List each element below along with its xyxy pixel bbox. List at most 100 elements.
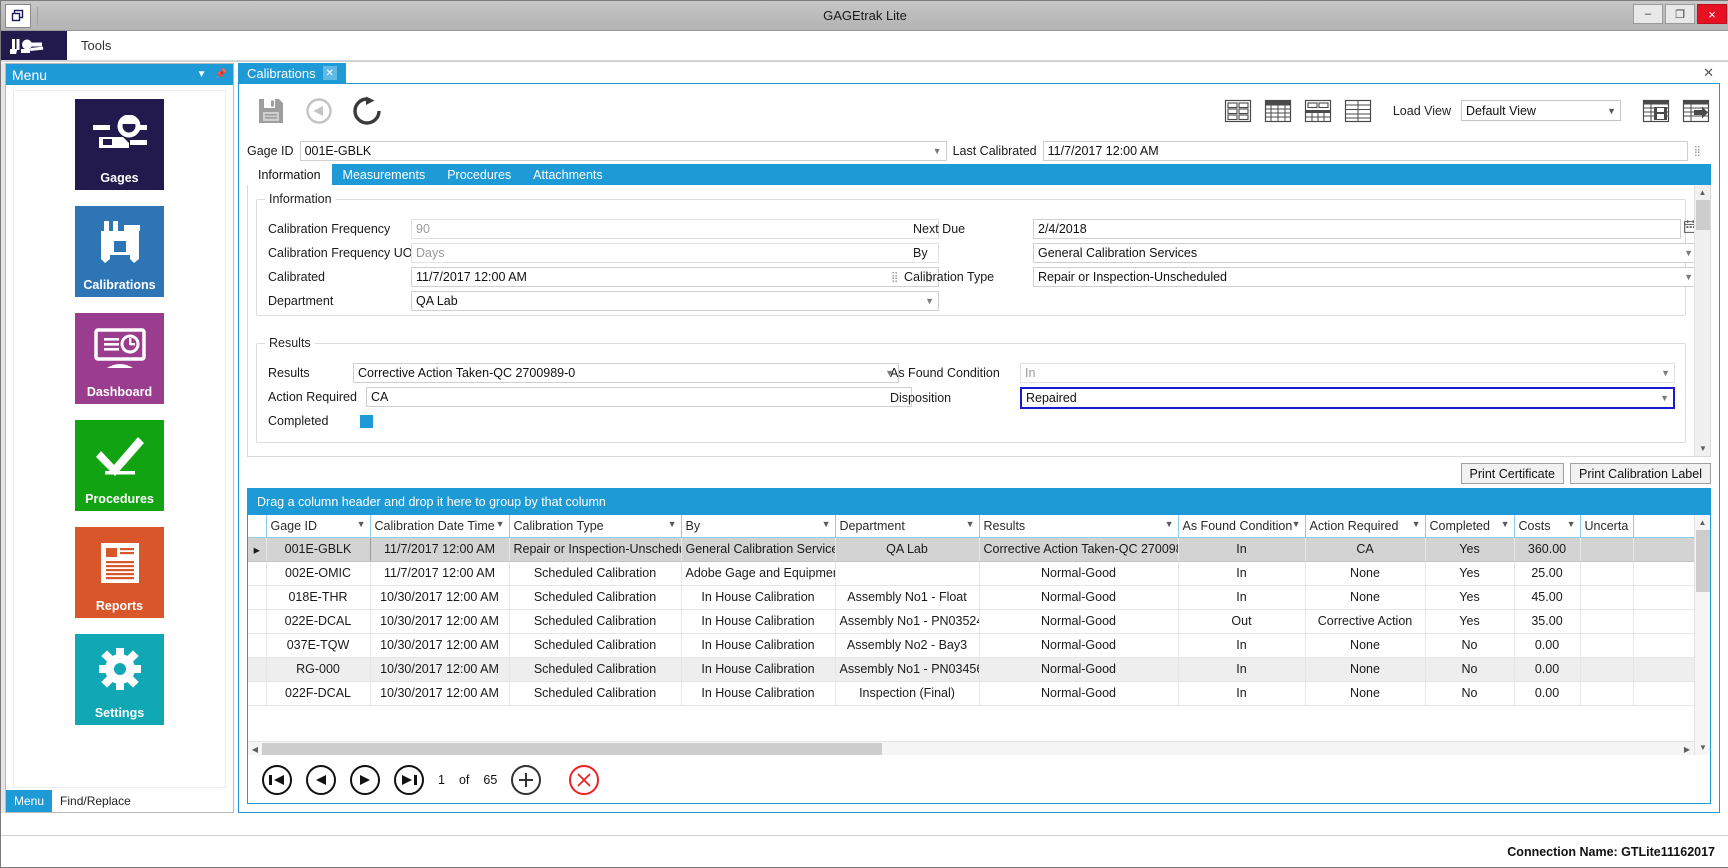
drag-grip-icon[interactable]: ⣿: [1694, 146, 1703, 156]
sidebar-item-dashboard[interactable]: Dashboard: [75, 313, 164, 404]
delete-icon[interactable]: [569, 764, 600, 795]
drag-grip-icon[interactable]: ⣿: [891, 272, 900, 282]
grid-export-icon[interactable]: [1681, 98, 1711, 124]
chevron-down-icon[interactable]: ▼: [1680, 248, 1693, 258]
column-header-gage-id[interactable]: Gage ID ▼: [266, 515, 371, 538]
calibration-frequency-uom-input[interactable]: Days: [411, 243, 939, 263]
scrollbar-thumb[interactable]: [262, 743, 882, 755]
pin-icon[interactable]: 📌: [215, 69, 227, 80]
column-header-completed[interactable]: Completed ▼: [1425, 515, 1515, 538]
column-header-department[interactable]: Department ▼: [835, 515, 980, 538]
filter-icon[interactable]: ▼: [822, 519, 831, 529]
chevron-right-icon[interactable]: ▶: [1680, 742, 1694, 756]
scrollbar-thumb[interactable]: [1696, 200, 1710, 230]
table-row[interactable]: ▸ 001E-GBLK 11/7/2017 12:00 AM Repair or…: [248, 536, 1695, 562]
maximize-button[interactable]: ❐: [1665, 4, 1695, 24]
refresh-icon[interactable]: [343, 95, 391, 127]
column-header-by[interactable]: By ▼: [681, 515, 836, 538]
chevron-down-icon[interactable]: ▼: [197, 69, 207, 80]
group-by-drop-area[interactable]: Drag a column header and drop it here to…: [248, 489, 1710, 515]
caliper-logo-icon[interactable]: [1, 31, 67, 60]
filter-icon[interactable]: ▼: [1567, 519, 1576, 529]
sidebar-item-settings[interactable]: Settings: [75, 634, 164, 725]
grid-vertical-scrollbar[interactable]: ▲ ▼: [1694, 515, 1710, 755]
department-select[interactable]: QA Lab ▼: [411, 291, 939, 311]
filter-icon[interactable]: ▼: [496, 519, 505, 529]
column-header-uncertainty[interactable]: Uncerta: [1580, 515, 1634, 538]
chevron-left-icon[interactable]: ◀: [248, 742, 262, 756]
next-icon[interactable]: [350, 764, 380, 795]
close-button[interactable]: ×: [1697, 4, 1727, 24]
filter-icon[interactable]: ▼: [1292, 519, 1301, 529]
previous-icon[interactable]: [306, 764, 336, 795]
column-header-calibration-type[interactable]: Calibration Type ▼: [509, 515, 682, 538]
action-required-input[interactable]: CA: [366, 387, 912, 407]
minimize-button[interactable]: –: [1633, 4, 1663, 24]
column-header-calibration-date-time[interactable]: Calibration Date Time ▼: [370, 515, 510, 538]
table-row[interactable]: 037E-TQW 10/30/2017 12:00 AM Scheduled C…: [248, 633, 1695, 658]
calibrated-input[interactable]: 11/7/2017 12:00 AM ⣿: [411, 267, 939, 287]
calibration-type-select[interactable]: Repair or Inspection-Unscheduled ▼: [1033, 267, 1698, 287]
sidebar-footer-find-replace[interactable]: Find/Replace: [52, 790, 233, 812]
menu-item-tools[interactable]: Tools: [67, 31, 125, 60]
chevron-down-icon[interactable]: ▼: [1656, 393, 1669, 403]
load-view-select[interactable]: Default View ▼: [1461, 100, 1621, 121]
chevron-down-icon[interactable]: ▼: [1680, 272, 1693, 282]
skip-first-icon[interactable]: [262, 764, 292, 795]
table-row[interactable]: 002E-OMIC 11/7/2017 12:00 AM Scheduled C…: [248, 561, 1695, 586]
chevron-down-icon[interactable]: ▼: [1657, 368, 1670, 378]
column-header-as-found-condition[interactable]: As Found Condition ▼: [1178, 515, 1306, 538]
chevron-up-icon[interactable]: ▲: [1695, 515, 1710, 530]
chevron-down-icon[interactable]: ▼: [1695, 441, 1710, 456]
column-header-action-required[interactable]: Action Required ▼: [1305, 515, 1426, 538]
current-page[interactable]: 1: [438, 773, 445, 787]
last-calibrated-field[interactable]: 11/7/2017 12:00 AM: [1042, 141, 1688, 161]
results-select[interactable]: Corrective Action Taken-QC 2700989-0 ▼: [353, 363, 899, 383]
sidebar-item-calibrations[interactable]: Calibrations: [75, 206, 164, 297]
gage-id-select[interactable]: 001E-GBLK ▼: [299, 141, 947, 161]
sidebar-item-procedures[interactable]: Procedures: [75, 420, 164, 511]
filter-icon[interactable]: ▼: [668, 519, 677, 529]
layout-columns-icon[interactable]: [1343, 98, 1373, 124]
tab-calibrations[interactable]: Calibrations ✕: [238, 63, 346, 83]
chevron-down-icon[interactable]: ▼: [1607, 106, 1616, 116]
column-header-costs[interactable]: Costs ▼: [1514, 515, 1581, 538]
skip-last-icon[interactable]: [394, 764, 424, 795]
calibration-frequency-input[interactable]: 90: [411, 219, 939, 239]
table-row[interactable]: 022E-DCAL 10/30/2017 12:00 AM Scheduled …: [248, 609, 1695, 634]
chevron-down-icon[interactable]: ▼: [929, 146, 942, 156]
plus-icon[interactable]: [511, 764, 542, 795]
as-found-condition-select[interactable]: In ▼: [1020, 363, 1675, 383]
next-due-input[interactable]: 2/4/2018: [1033, 219, 1681, 239]
grid-horizontal-scrollbar[interactable]: ◀ ▶: [248, 741, 1694, 755]
scrollbar-thumb[interactable]: [1696, 530, 1710, 592]
filter-icon[interactable]: ▼: [1165, 519, 1174, 529]
table-row[interactable]: 022F-DCAL 10/30/2017 12:00 AM Scheduled …: [248, 681, 1695, 706]
table-row[interactable]: 018E-THR 10/30/2017 12:00 AM Scheduled C…: [248, 585, 1695, 610]
tab-measurements[interactable]: Measurements: [332, 164, 437, 185]
table-row[interactable]: RG-000 10/30/2017 12:00 AM Scheduled Cal…: [248, 657, 1695, 682]
sidebar-item-gages[interactable]: Gages: [75, 99, 164, 190]
print-calibration-label-button[interactable]: Print Calibration Label: [1570, 463, 1711, 484]
filter-icon[interactable]: ▼: [1501, 519, 1510, 529]
chevron-down-icon[interactable]: ▼: [921, 296, 934, 306]
tab-procedures[interactable]: Procedures: [436, 164, 522, 185]
save-icon[interactable]: [247, 96, 295, 126]
print-certificate-button[interactable]: Print Certificate: [1460, 463, 1564, 484]
form-vertical-scrollbar[interactable]: ▲ ▼: [1694, 185, 1710, 456]
layout-cards-icon[interactable]: [1223, 98, 1253, 124]
sidebar-item-reports[interactable]: Reports: [75, 527, 164, 618]
tab-information[interactable]: Information: [247, 164, 332, 185]
sidebar-footer-menu-button[interactable]: Menu: [6, 790, 53, 812]
close-icon[interactable]: ✕: [322, 66, 337, 80]
column-header-results[interactable]: Results ▼: [979, 515, 1179, 538]
completed-checkbox[interactable]: [360, 414, 373, 428]
layout-split-icon[interactable]: [1303, 98, 1333, 124]
tab-attachments[interactable]: Attachments: [522, 164, 613, 185]
window-restore-icon[interactable]: [5, 3, 31, 28]
filter-icon[interactable]: ▼: [1412, 519, 1421, 529]
chevron-down-icon[interactable]: ▼: [1695, 740, 1710, 755]
grid-save-icon[interactable]: [1641, 98, 1671, 124]
disposition-select[interactable]: Repaired ▼: [1020, 387, 1675, 409]
chevron-up-icon[interactable]: ▲: [1695, 185, 1710, 200]
